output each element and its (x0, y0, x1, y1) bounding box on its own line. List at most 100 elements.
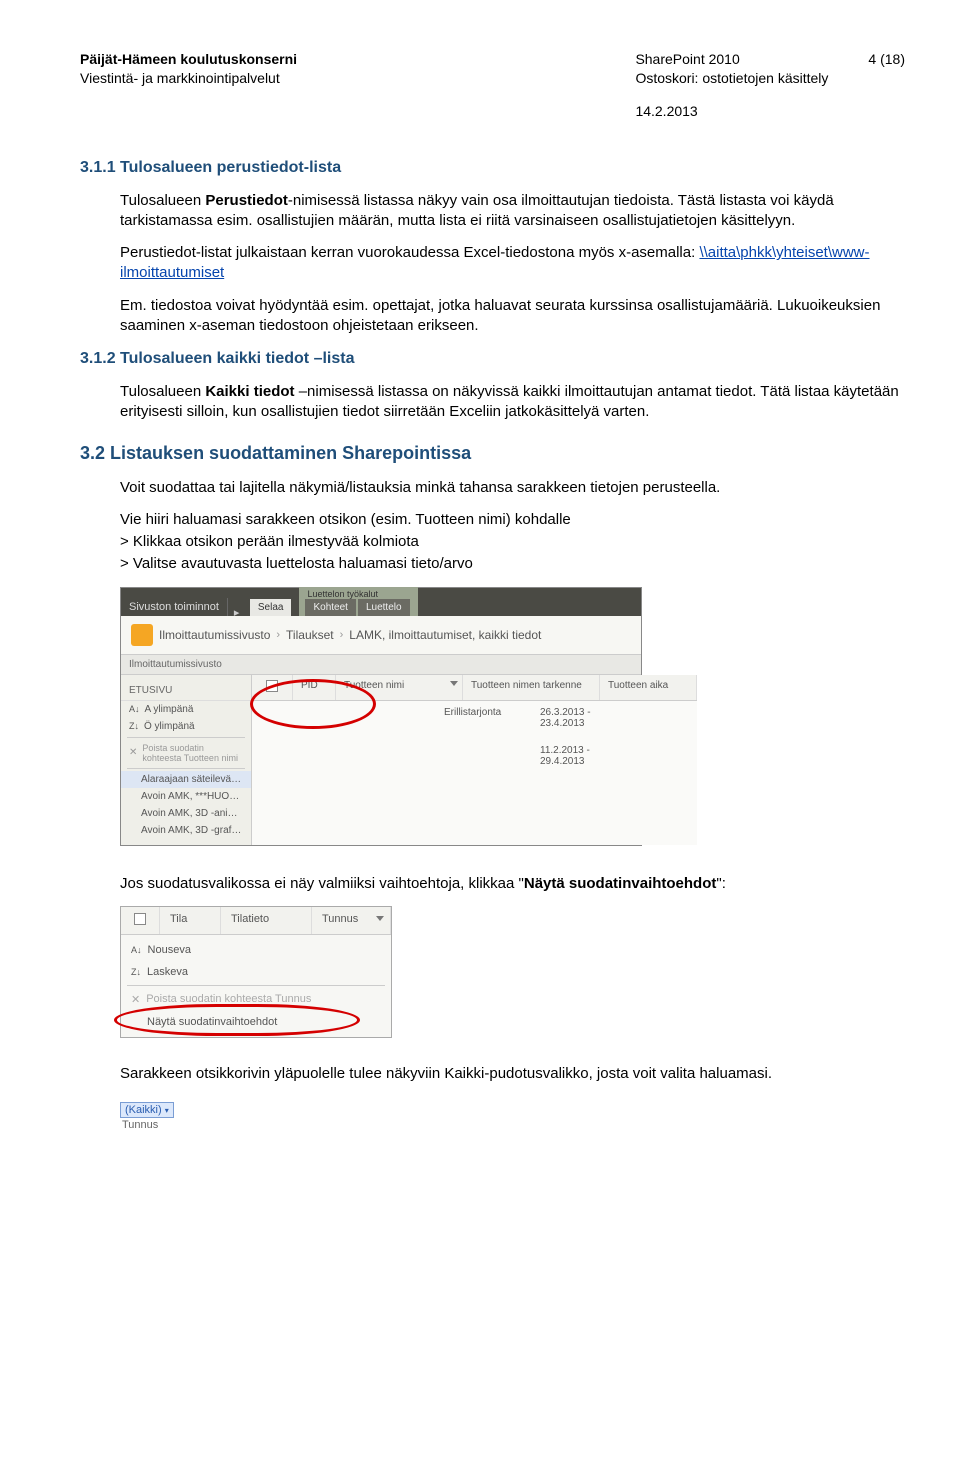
crumb-site[interactable]: Ilmoittautumissivusto (159, 628, 270, 642)
chevron-right-icon: › (276, 629, 280, 641)
filter-option[interactable]: Avoin AMK, ***HUOMIO***ATTENTION***, (3 … (121, 788, 251, 805)
header-right: SharePoint 2010 Ostoskori: ostotietojen … (635, 50, 905, 145)
heading-3-2: 3.2 Listauksen suodattaminen Sharepointi… (80, 443, 905, 464)
section-3-1-1-body: Tulosalueen Perustiedot-nimisessä listas… (120, 191, 905, 337)
label: Tunnus (322, 913, 358, 925)
para: Sarakkeen otsikkorivin yläpuolelle tulee… (120, 1064, 905, 1084)
label: Nouseva (148, 944, 191, 956)
column-tunnus[interactable]: Tunnus (312, 907, 391, 934)
separator (127, 737, 245, 738)
org-name: Päijät-Hämeen koulutuskonserni (80, 50, 297, 69)
org-dept: Viestintä- ja markkinointipalvelut (80, 69, 297, 88)
filter-option[interactable]: Alaraajaan säteilevän kivun erotusdiagno… (121, 771, 251, 788)
chevron-down-icon (450, 681, 458, 686)
chevron-down-icon: ▾ (165, 1106, 169, 1115)
page-header: Päijät-Hämeen koulutuskonserni Viestintä… (80, 50, 905, 145)
column-tarkenne[interactable]: Tuotteen nimen tarkenne (463, 675, 600, 700)
label: Ö ylimpänä (144, 721, 195, 732)
step-list: > Klikkaa otsikon perään ilmestyvää kolm… (120, 532, 905, 575)
nav-home[interactable]: ETUSIVU (121, 681, 251, 701)
clear-filter-icon: ✕ (131, 993, 140, 1006)
cell: Erillistarjonta (436, 703, 532, 733)
sort-az-icon: A↓ (129, 704, 140, 714)
sort-desc-icon: Z↓ (131, 967, 141, 977)
screenshot-filter-menu: Tila Tilatieto Tunnus A↓ Nouseva Z↓ Lask… (120, 906, 905, 1038)
cell: 11.2.2013 - 29.4.2013 (532, 741, 628, 771)
sort-descending[interactable]: Z↓ Ö ylimpänä (121, 718, 251, 735)
screenshot-sharepoint-list: Sivuston toiminnot ▸ Selaa Luettelon työ… (120, 587, 905, 846)
heading-3-1-1: 3.1.1 Tulosalueen perustiedot-lista (80, 159, 905, 177)
column-tilatieto[interactable]: Tilatieto (221, 907, 312, 934)
header-left: Päijät-Hämeen koulutuskonserni Viestintä… (80, 50, 297, 145)
site-actions-menu[interactable]: Sivuston toiminnot (121, 598, 228, 616)
text: Jos suodatusvalikossa ei näy valmiiksi v… (120, 875, 524, 892)
page-number: 4 (18) (868, 50, 905, 145)
sort-descending[interactable]: Z↓ Laskeva (121, 961, 391, 983)
ribbon-tabgroup: Luettelon työkalut KohteetLuettelo (299, 587, 417, 616)
ribbon: Sivuston toiminnot ▸ Selaa Luettelon työ… (121, 588, 641, 616)
select-all-checkbox[interactable] (121, 907, 160, 934)
tab-browse[interactable]: Selaa (250, 599, 292, 616)
text-bold: Kaikki tiedot (205, 383, 294, 400)
sort-asc-icon: A↓ (131, 945, 142, 955)
label: (Kaikki) (125, 1104, 162, 1116)
filter-all-dropdown[interactable]: (Kaikki) ▾ (120, 1102, 174, 1118)
breadcrumb: Ilmoittautumissivusto › Tilaukset › LAMK… (121, 616, 641, 655)
crumb-list[interactable]: Tilaukset (286, 628, 334, 642)
text-bold: Näytä suodatinvaihtoehdot (524, 875, 717, 892)
section-3-1-2-body: Tulosalueen Kaikki tiedot –nimisessä lis… (120, 382, 905, 423)
para: Tulosalueen Perustiedot-nimisessä listas… (120, 191, 905, 232)
label: A ylimpänä (145, 704, 194, 715)
column-aika[interactable]: Tuotteen aika (600, 675, 697, 700)
column-header-row: Tila Tilatieto Tunnus (121, 907, 391, 935)
filter-option[interactable]: Avoin AMK, 3D -animaation -perusteet Cin… (121, 805, 251, 822)
separator (127, 768, 245, 769)
para-after-shot1: Jos suodatusvalikossa ei näy valmiiksi v… (120, 874, 905, 894)
site-logo-icon[interactable] (131, 624, 153, 646)
para: Em. tiedostoa voivat hyödyntää esim. ope… (120, 296, 905, 337)
separator (127, 985, 385, 986)
chevron-right-icon: › (340, 629, 344, 641)
section-3-2-body: Voit suodattaa tai lajitella näkymiä/lis… (120, 478, 905, 575)
column-tila[interactable]: Tila (160, 907, 221, 934)
tabgroup-title: Luettelon työkalut (305, 589, 411, 599)
chevron-down-icon (376, 916, 384, 921)
screenshot-kaikki-dropdown: (Kaikki) ▾ Tunnus (120, 1100, 190, 1132)
nav-up-icon[interactable]: ▸ (234, 606, 244, 616)
clear-filter[interactable]: ✕ Poista suodatin kohteesta Tuotteen nim… (121, 740, 251, 766)
para: Tulosalueen Kaikki tiedot –nimisessä lis… (120, 382, 905, 423)
clear-filter-icon: ✕ (129, 747, 137, 758)
column-label: Tunnus (120, 1118, 190, 1132)
doc-title: SharePoint 2010 (635, 50, 828, 69)
para: Jos suodatusvalikossa ei näy valmiiksi v… (120, 874, 905, 894)
label: Poista suodatin kohteesta Tuotteen nimi (142, 743, 243, 763)
doc-date: 14.2.2013 (635, 102, 828, 121)
tab-list[interactable]: Luettelo (358, 599, 410, 616)
list-row[interactable]: 11.2.2013 - 29.4.2013 (252, 741, 697, 771)
list-row[interactable] (252, 733, 697, 741)
doc-subtitle: Ostoskori: ostotietojen käsittely (635, 69, 828, 88)
checkbox-icon (134, 913, 146, 925)
site-name-bar: Ilmoittautumissivusto (121, 655, 641, 675)
tab-items[interactable]: Kohteet (305, 599, 355, 616)
para-after-shot2: Sarakkeen otsikkorivin yläpuolelle tulee… (120, 1064, 905, 1084)
text: Perustiedot-listat julkaistaan kerran vu… (120, 244, 699, 261)
sort-za-icon: Z↓ (129, 721, 139, 731)
text: ": (716, 875, 726, 892)
sharepoint-window: Sivuston toiminnot ▸ Selaa Luettelon työ… (120, 587, 642, 846)
annotation-circle (250, 679, 376, 729)
cell: 26.3.2013 - 23.4.2013 (532, 703, 628, 733)
annotation-circle (114, 1004, 360, 1036)
crumb-view[interactable]: LAMK, ilmoittautumiset, kaikki tiedot (349, 628, 541, 642)
para: Vie hiiri haluamasi sarakkeen otsikon (e… (120, 510, 905, 530)
filter-option[interactable]: Avoin AMK, 3D -grafiikan mallinnusohjelm… (121, 822, 251, 839)
para: Perustiedot-listat julkaistaan kerran vu… (120, 243, 905, 284)
sort-ascending[interactable]: A↓ A ylimpänä (121, 701, 251, 718)
heading-3-1-2: 3.1.2 Tulosalueen kaikki tiedot –lista (80, 350, 905, 368)
sort-ascending[interactable]: A↓ Nouseva (121, 939, 391, 961)
text: Tulosalueen (120, 383, 205, 400)
text: Tulosalueen (120, 192, 205, 209)
step-item: > Valitse avautuvasta luettelosta haluam… (120, 554, 905, 574)
document-page: Päijät-Hämeen koulutuskonserni Viestintä… (0, 0, 960, 1172)
para: Voit suodattaa tai lajitella näkymiä/lis… (120, 478, 905, 498)
